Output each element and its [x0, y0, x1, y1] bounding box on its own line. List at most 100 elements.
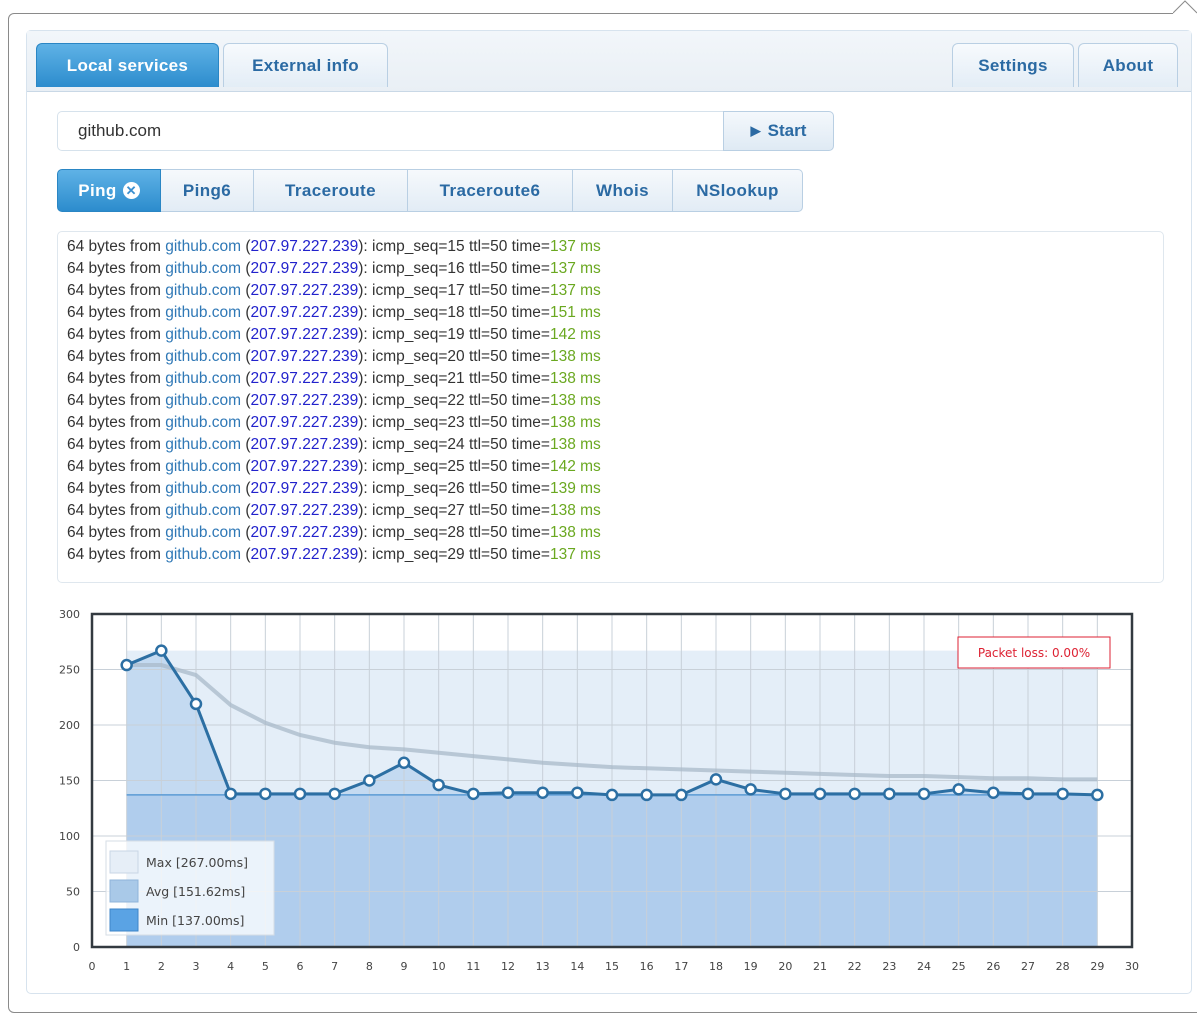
- data-point: [293, 787, 307, 801]
- x-tick-label: 11: [466, 960, 480, 973]
- data-point: [1021, 787, 1035, 801]
- output-seq: ): icmp_seq=19 ttl=50 time=: [358, 326, 550, 343]
- output-host-link[interactable]: github.com: [165, 304, 241, 321]
- x-tick-label: 24: [917, 960, 931, 973]
- tab-external-info[interactable]: External info: [223, 43, 388, 87]
- data-point: [467, 787, 480, 801]
- output-time: 142 ms: [549, 326, 601, 343]
- data-point: [709, 773, 723, 786]
- y-tick-label: 100: [59, 830, 80, 843]
- output-host-link[interactable]: github.com: [165, 502, 241, 519]
- output-ip: 207.97.227.239: [250, 480, 359, 497]
- x-tick-label: 30: [1125, 960, 1139, 973]
- data-point: [536, 786, 549, 799]
- output-paren: (: [241, 304, 251, 321]
- output-host-link[interactable]: github.com: [165, 282, 241, 299]
- legend-label: Avg [151.62ms]: [146, 884, 245, 899]
- output-paren: (: [241, 370, 251, 387]
- output-paren: (: [241, 436, 251, 453]
- output-line: 64 bytes from github.com (207.97.227.239…: [67, 346, 1163, 368]
- tab-ping[interactable]: Ping ✕: [57, 169, 161, 212]
- output-seq: ): icmp_seq=23 ttl=50 time=: [358, 414, 550, 431]
- output-host-link[interactable]: github.com: [165, 414, 241, 431]
- output-seq: ): icmp_seq=20 ttl=50 time=: [358, 348, 550, 365]
- output-paren: (: [241, 392, 251, 409]
- output-seq: ): icmp_seq=17 ttl=50 time=: [358, 282, 550, 299]
- output-time: 137 ms: [549, 546, 601, 563]
- output-paren: (: [241, 502, 251, 519]
- output-line: 64 bytes from github.com (207.97.227.239…: [67, 324, 1163, 346]
- output-paren: (: [241, 348, 251, 365]
- output-host-link[interactable]: github.com: [165, 326, 241, 343]
- output-time: 137 ms: [549, 282, 601, 299]
- output-time: 138 ms: [549, 370, 601, 387]
- x-tick-label: 2: [158, 960, 165, 973]
- output-host-link[interactable]: github.com: [165, 524, 241, 541]
- x-tick-label: 19: [744, 960, 758, 973]
- data-point: [155, 644, 168, 657]
- output-host-link[interactable]: github.com: [165, 370, 241, 387]
- output-paren: (: [241, 546, 251, 563]
- output-ip: 207.97.227.239: [250, 348, 359, 365]
- tab-settings[interactable]: Settings: [952, 43, 1074, 87]
- x-tick-label: 27: [1021, 960, 1035, 973]
- output-seq: ): icmp_seq=29 ttl=50 time=: [358, 546, 550, 563]
- x-tick-label: 1: [123, 960, 130, 973]
- output-line: 64 bytes from github.com (207.97.227.239…: [67, 544, 1163, 566]
- output-prefix: 64 bytes from: [67, 326, 166, 343]
- play-icon: ▶: [750, 123, 761, 138]
- output-line: 64 bytes from github.com (207.97.227.239…: [67, 236, 1163, 258]
- y-tick-label: 200: [59, 719, 80, 732]
- data-point: [848, 787, 861, 801]
- output-line: 64 bytes from github.com (207.97.227.239…: [67, 258, 1163, 280]
- close-icon[interactable]: ✕: [122, 182, 140, 199]
- output-host-link[interactable]: github.com: [165, 392, 241, 409]
- output-prefix: 64 bytes from: [67, 524, 166, 541]
- tab-traceroute6[interactable]: Traceroute6: [408, 169, 573, 212]
- x-tick-label: 18: [709, 960, 723, 973]
- output-paren: (: [241, 326, 251, 343]
- output-host-link[interactable]: github.com: [165, 238, 241, 255]
- tab-ping6[interactable]: Ping6: [161, 169, 254, 212]
- legend-swatch: [109, 850, 139, 874]
- x-tick-label: 5: [262, 960, 269, 973]
- output-prefix: 64 bytes from: [67, 414, 166, 431]
- tab-traceroute[interactable]: Traceroute: [254, 169, 408, 212]
- output-ip: 207.97.227.239: [250, 282, 359, 299]
- output-time: 138 ms: [549, 392, 601, 409]
- output-ip: 207.97.227.239: [250, 502, 359, 519]
- output-host-link[interactable]: github.com: [165, 260, 241, 277]
- output-host-link[interactable]: github.com: [165, 348, 241, 365]
- data-point: [1056, 787, 1069, 801]
- data-point: [605, 788, 619, 802]
- output-host-link[interactable]: github.com: [165, 458, 241, 475]
- tab-nslookup[interactable]: NSlookup: [673, 169, 803, 212]
- x-tick-label: 9: [401, 960, 408, 973]
- output-ip: 207.97.227.239: [250, 414, 359, 431]
- output-prefix: 64 bytes from: [67, 282, 166, 299]
- output-prefix: 64 bytes from: [67, 436, 166, 453]
- tool-tab-bar: Ping ✕ Ping6 Traceroute Traceroute6 Whoi…: [57, 169, 803, 212]
- output-host-link[interactable]: github.com: [165, 436, 241, 453]
- output-time: 142 ms: [549, 458, 601, 475]
- y-tick-label: 250: [59, 664, 80, 677]
- start-button[interactable]: ▶ Start: [723, 111, 834, 151]
- packet-loss-label: Packet loss: 0.00%: [978, 646, 1090, 660]
- output-seq: ): icmp_seq=25 ttl=50 time=: [358, 458, 550, 475]
- output-host-link[interactable]: github.com: [165, 546, 241, 563]
- data-point: [120, 658, 133, 672]
- tab-about[interactable]: About: [1078, 43, 1178, 87]
- output-time: 137 ms: [549, 238, 601, 255]
- output-paren: (: [241, 480, 251, 497]
- x-tick-label: 4: [227, 960, 234, 973]
- output-ip: 207.97.227.239: [250, 458, 359, 475]
- x-tick-label: 8: [366, 960, 373, 973]
- tab-whois[interactable]: Whois: [573, 169, 673, 212]
- latency-chart: 0501001502002503000 1 2 3 4 5 6 7 8 9 10 11 12 13 14 15…: [59, 608, 1139, 973]
- tab-local-services[interactable]: Local services: [36, 43, 219, 87]
- output-host-link[interactable]: github.com: [165, 480, 241, 497]
- host-input[interactable]: [57, 111, 724, 151]
- output-time: 137 ms: [549, 260, 601, 277]
- output-prefix: 64 bytes from: [67, 260, 166, 277]
- output-line: 64 bytes from github.com (207.97.227.239…: [67, 500, 1163, 522]
